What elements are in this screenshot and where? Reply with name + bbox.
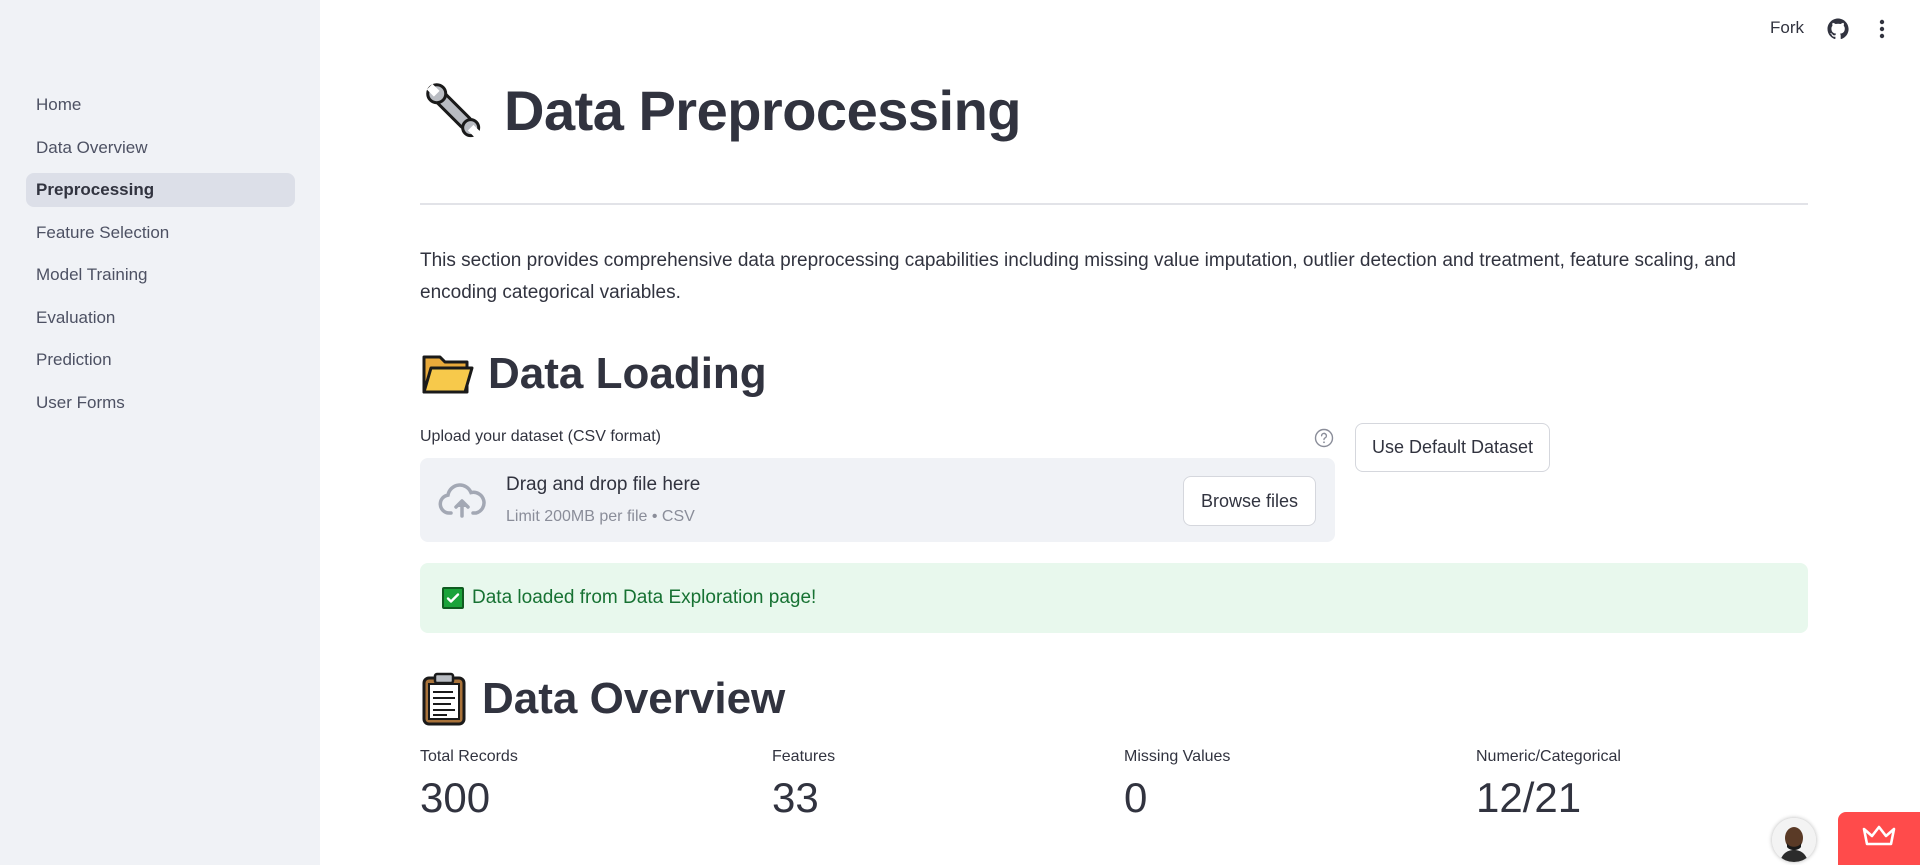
sidebar-item-prediction[interactable]: Prediction <box>26 343 295 377</box>
metric-label: Numeric/Categorical <box>1476 748 1621 765</box>
sidebar-item-user-forms[interactable]: User Forms <box>26 386 295 420</box>
page-title-row: Data Preprocessing <box>420 72 1021 148</box>
metric-total-records: Total Records 300 <box>420 748 518 822</box>
check-icon <box>442 587 464 609</box>
success-alert: Data loaded from Data Exploration page! <box>420 563 1808 633</box>
sidebar-item-data-overview[interactable]: Data Overview <box>26 131 295 165</box>
metric-value: 300 <box>420 774 491 821</box>
folder-icon <box>420 347 474 401</box>
clipboard-icon <box>420 672 468 726</box>
cloud-upload-icon <box>438 480 486 520</box>
help-icon[interactable] <box>1314 428 1334 448</box>
sidebar-item-home[interactable]: Home <box>26 88 295 122</box>
metric-features: Features 33 <box>772 748 835 822</box>
dropzone-subtitle: Limit 200MB per file • CSV <box>506 508 695 525</box>
sidebar: Home Data Overview Preprocessing Feature… <box>0 0 320 865</box>
metric-label: Total Records <box>420 748 518 765</box>
crown-icon <box>1862 825 1896 852</box>
metric-missing-values: Missing Values 0 <box>1124 748 1230 822</box>
more-menu-icon[interactable] <box>1872 17 1892 41</box>
sidebar-item-evaluation[interactable]: Evaluation <box>26 301 295 335</box>
github-icon[interactable] <box>1826 17 1850 41</box>
metric-label: Features <box>772 748 836 765</box>
divider <box>420 203 1808 205</box>
intro-text: This section provides comprehensive data… <box>420 250 1736 303</box>
data-overview-heading: Data Overview <box>482 674 786 723</box>
sidebar-item-preprocessing[interactable]: Preprocessing <box>26 173 295 207</box>
metric-numeric-categorical: Numeric/Categorical 12/21 <box>1476 748 1621 822</box>
wrench-icon <box>420 77 486 143</box>
sidebar-nav: Home Data Overview Preprocessing Feature… <box>26 88 295 428</box>
page-title: Data Preprocessing <box>504 78 1021 142</box>
metric-value: 0 <box>1124 774 1148 821</box>
data-loading-heading-row: Data Loading <box>420 347 767 401</box>
metric-label: Missing Values <box>1124 748 1231 765</box>
data-loading-heading: Data Loading <box>488 349 767 398</box>
file-dropzone[interactable]: Drag and drop file here Limit 200MB per … <box>420 458 1335 542</box>
data-overview-heading-row: Data Overview <box>420 672 785 726</box>
success-message: Data loaded from Data Exploration page! <box>472 587 817 608</box>
use-default-dataset-button[interactable]: Use Default Dataset <box>1355 423 1550 472</box>
fork-button[interactable]: Fork <box>1770 18 1804 38</box>
dropzone-title: Drag and drop file here <box>506 474 701 495</box>
browse-files-button[interactable]: Browse files <box>1183 476 1316 526</box>
sidebar-item-feature-selection[interactable]: Feature Selection <box>26 216 295 250</box>
sidebar-item-model-training[interactable]: Model Training <box>26 258 295 292</box>
metric-value: 33 <box>772 774 819 821</box>
upload-label: Upload your dataset (CSV format) <box>420 428 661 445</box>
metric-value: 12/21 <box>1476 774 1582 821</box>
avatar[interactable] <box>1772 818 1816 862</box>
crown-badge[interactable] <box>1838 812 1920 865</box>
